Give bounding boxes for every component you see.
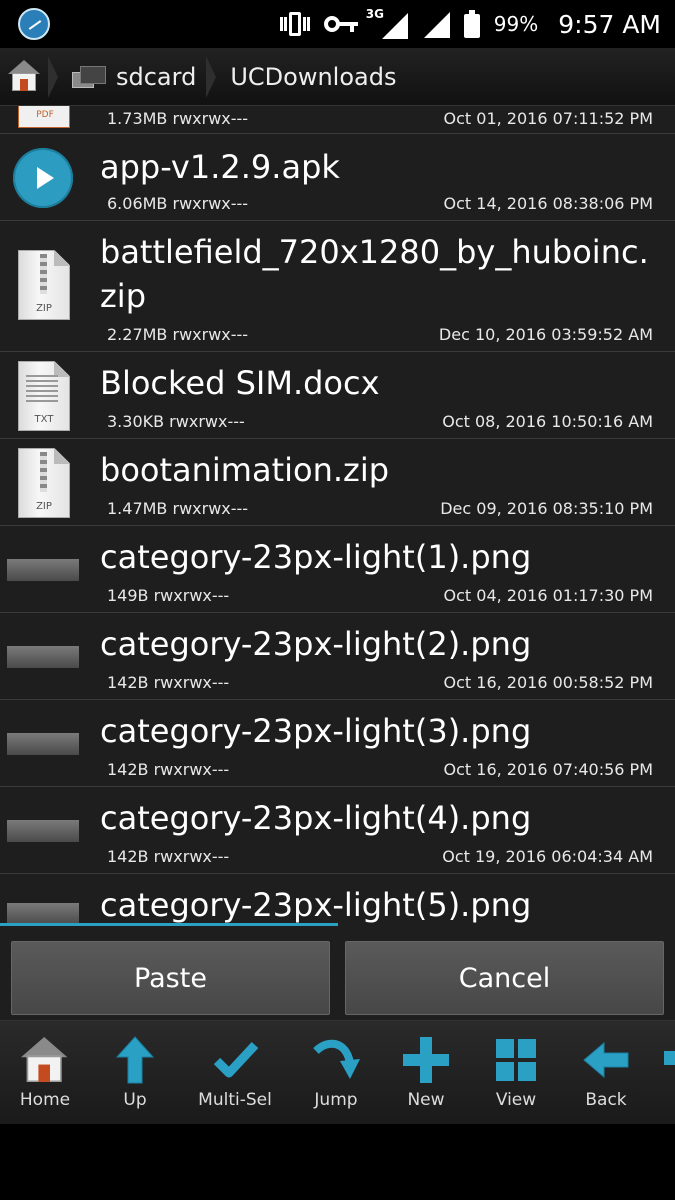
toolbar-home-button[interactable]: Home xyxy=(0,1021,90,1125)
txt-file-icon: TXT xyxy=(18,361,70,431)
bottom-toolbar: Home Up Multi-Sel Jump New View Back xyxy=(0,1020,675,1124)
path-segment-ucdownloads[interactable]: UCDownloads xyxy=(220,48,406,106)
toolbar-multi-select-button[interactable]: Multi-Sel xyxy=(180,1021,290,1125)
checkmark-icon xyxy=(213,1041,259,1078)
toolbar-label: Multi-Sel xyxy=(198,1090,272,1110)
file-row[interactable]: category-23px-light(3).png 142B rwxrwx--… xyxy=(0,701,675,787)
file-name: category-23px-light(2).png xyxy=(100,625,532,663)
file-meta: 142B rwxrwx--- xyxy=(107,760,230,779)
file-date: Oct 08, 2016 10:50:16 AM xyxy=(442,412,653,431)
path-bar: sdcard UCDownloads xyxy=(0,48,675,106)
toolbar-overflow-hint[interactable] xyxy=(664,1051,675,1065)
toolbar-view-button[interactable]: View xyxy=(470,1021,562,1125)
file-date: Oct 14, 2016 08:38:06 PM xyxy=(443,194,653,213)
image-file-icon xyxy=(7,903,79,925)
file-meta: 1.47MB rwxrwx--- xyxy=(107,499,249,518)
file-row[interactable]: category-23px-light(2).png 142B rwxrwx--… xyxy=(0,614,675,700)
toolbar-jump-button[interactable]: Jump xyxy=(290,1021,382,1125)
pdf-file-icon: PDF xyxy=(18,106,70,128)
file-name: category-23px-light(4).png xyxy=(100,799,532,837)
file-date: Dec 09, 2016 08:35:10 PM xyxy=(440,499,653,518)
file-name: category-23px-light(5).png xyxy=(100,886,532,924)
toolbar-label: View xyxy=(495,1090,537,1110)
battery-percent: 99% xyxy=(493,12,539,36)
file-date: Oct 01, 2016 07:11:52 PM xyxy=(443,109,653,128)
zip-file-icon: ZIP xyxy=(18,448,70,518)
file-meta: 142B rwxrwx--- xyxy=(107,673,230,692)
toolbar-label: Jump xyxy=(314,1090,358,1110)
file-row[interactable]: category-23px-light(4).png 142B rwxrwx--… xyxy=(0,788,675,874)
file-meta: 142B rwxrwx--- xyxy=(107,847,230,866)
vibrate-icon xyxy=(279,11,310,37)
file-date: Oct 04, 2016 01:17:30 PM xyxy=(443,586,653,605)
file-list[interactable]: PDF 1.73MB rwxrwx--- Oct 01, 2016 07:11:… xyxy=(0,106,675,926)
image-file-icon xyxy=(7,559,79,581)
file-name-line2: zip xyxy=(100,277,146,315)
file-row[interactable]: category-23px-light(5).png xyxy=(0,875,675,926)
path-separator xyxy=(206,48,220,106)
image-file-icon xyxy=(7,820,79,842)
file-row[interactable]: PDF 1.73MB rwxrwx--- Oct 01, 2016 07:11:… xyxy=(0,106,675,134)
battery-icon xyxy=(463,10,480,38)
file-name: app-v1.2.9.apk xyxy=(100,148,340,186)
file-meta: 6.06MB rwxrwx--- xyxy=(107,194,249,213)
file-date: Oct 19, 2016 06:04:34 AM xyxy=(442,847,653,866)
file-date: Oct 16, 2016 07:40:56 PM xyxy=(443,760,653,779)
image-file-icon xyxy=(7,646,79,668)
toolbar-label: New xyxy=(407,1090,445,1110)
apk-file-icon xyxy=(13,148,73,208)
file-row[interactable]: TXT Blocked SIM.docx 3.30KB rwxrwx--- Oc… xyxy=(0,353,675,439)
plus-icon xyxy=(403,1037,449,1083)
toolbar-label: Home xyxy=(19,1090,71,1110)
up-arrow-icon xyxy=(115,1036,155,1084)
paste-button[interactable]: Paste xyxy=(11,941,330,1015)
clipboard-actions: Paste Cancel xyxy=(0,926,675,1020)
file-meta: 149B rwxrwx--- xyxy=(107,586,230,605)
app-notification-icon xyxy=(18,8,50,40)
toolbar-label: Back xyxy=(585,1090,627,1110)
file-name-line1: battlefield_720x1280_by_huboinc. xyxy=(100,233,649,271)
file-name: Blocked SIM.docx xyxy=(100,364,380,402)
cancel-button[interactable]: Cancel xyxy=(345,941,664,1015)
sdcard-icon xyxy=(72,65,106,88)
file-row[interactable]: category-23px-light(1).png 149B rwxrwx--… xyxy=(0,527,675,613)
toolbar-up-button[interactable]: Up xyxy=(90,1021,180,1125)
file-date: Oct 16, 2016 00:58:52 PM xyxy=(443,673,653,692)
image-file-icon xyxy=(7,733,79,755)
jump-arrow-icon xyxy=(313,1039,360,1079)
system-navigation-bar xyxy=(0,1124,675,1200)
file-meta: 1.73MB rwxrwx--- xyxy=(107,109,249,128)
toolbar-label: Up xyxy=(123,1090,147,1110)
file-date: Dec 10, 2016 03:59:52 AM xyxy=(438,325,653,344)
status-indicators: 3G 99% 9:57 AM xyxy=(279,0,661,48)
file-meta: 2.27MB rwxrwx--- xyxy=(107,325,249,344)
file-row[interactable]: app-v1.2.9.apk 6.06MB rwxrwx--- Oct 14, … xyxy=(0,135,675,221)
toolbar-new-button[interactable]: New xyxy=(382,1021,470,1125)
zip-file-icon: ZIP xyxy=(18,250,70,320)
mobile-signal-icon: 3G xyxy=(366,7,408,39)
grid-view-icon xyxy=(496,1039,536,1081)
file-row[interactable]: ZIP battlefield_720x1280_by_huboinc. zip… xyxy=(0,222,675,352)
file-name: category-23px-light(1).png xyxy=(100,538,532,576)
path-segment-label: UCDownloads xyxy=(230,62,397,91)
home-icon xyxy=(21,1035,69,1085)
file-name: bootanimation.zip xyxy=(100,451,390,489)
file-meta: 3.30KB rwxrwx--- xyxy=(107,412,245,431)
path-segment-label: sdcard xyxy=(116,62,197,91)
path-home-button[interactable] xyxy=(0,48,48,106)
clock: 9:57 AM xyxy=(558,9,661,39)
path-segment-sdcard[interactable]: sdcard xyxy=(62,48,206,106)
vpn-key-icon xyxy=(323,14,358,34)
signal-strength-icon xyxy=(422,10,450,38)
status-bar: 3G 99% 9:57 AM xyxy=(0,0,675,48)
file-row[interactable]: ZIP bootanimation.zip 1.47MB rwxrwx--- D… xyxy=(0,440,675,526)
toolbar-back-button[interactable]: Back xyxy=(562,1021,650,1125)
path-separator xyxy=(48,48,62,106)
file-name: category-23px-light(3).png xyxy=(100,712,532,750)
back-arrow-icon xyxy=(583,1041,629,1079)
